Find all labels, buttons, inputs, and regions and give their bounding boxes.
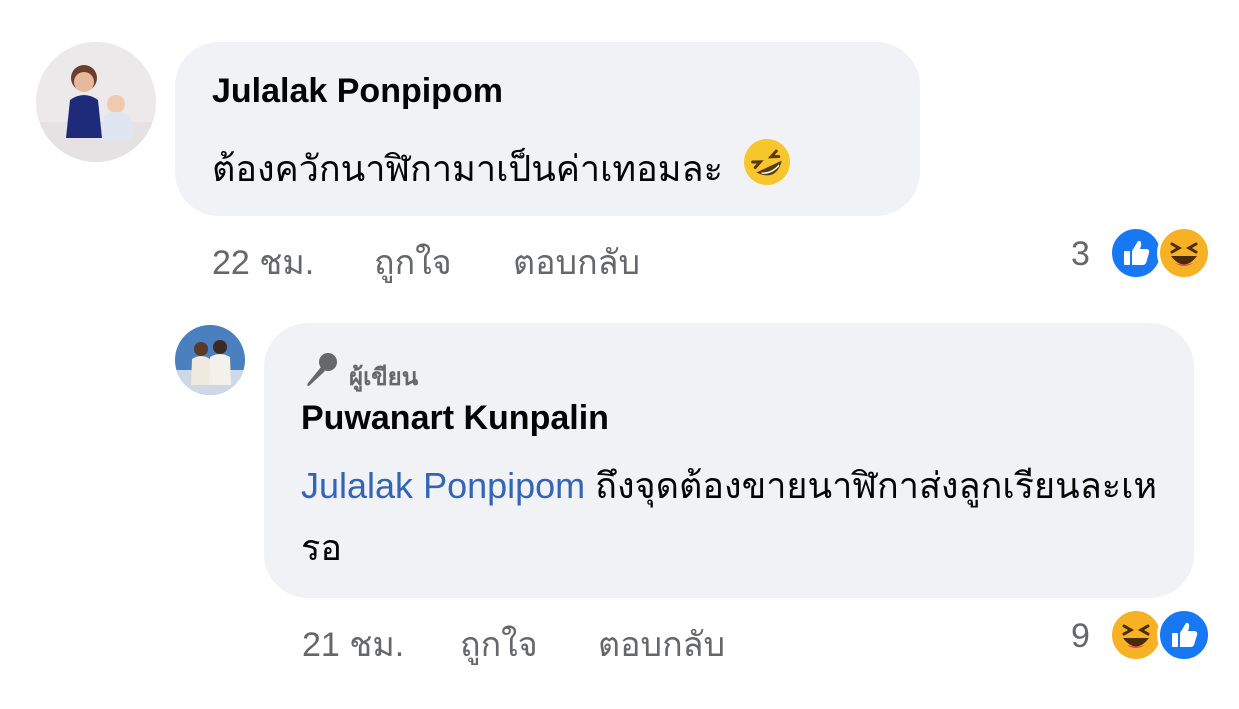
like-button[interactable]: ถูกใจ — [374, 235, 452, 289]
reply-like-button[interactable]: ถูกใจ — [460, 617, 538, 671]
haha-icon[interactable] — [1157, 226, 1211, 280]
comment-actions: 22 ชม. ถูกใจ ตอบกลับ — [212, 235, 812, 282]
like-icon[interactable] — [1157, 608, 1211, 662]
avatar-photo-icon — [36, 42, 156, 162]
like-icon[interactable] — [1109, 226, 1163, 280]
mention-link[interactable]: Julalak Ponpipom — [301, 465, 585, 506]
reply-reaction-count[interactable]: 9 — [1071, 617, 1090, 656]
comment-bubble: Julalak Ponpipom ต้องควักนาฬิกามาเป็นค่า… — [175, 42, 920, 216]
avatar-photo-icon — [175, 325, 245, 395]
reply-button[interactable]: ตอบกลับ — [513, 235, 640, 289]
comment-author[interactable]: Julalak Ponpipom — [212, 72, 503, 111]
microphone-icon — [301, 349, 341, 394]
avatar-julalak[interactable] — [36, 42, 156, 162]
reply-actions: 21 ชม. ถูกใจ ตอบกลับ — [302, 617, 902, 664]
reply-timestamp[interactable]: 21 ชม. — [302, 617, 404, 671]
reaction-count[interactable]: 3 — [1071, 235, 1090, 274]
haha-icon[interactable] — [1109, 608, 1163, 662]
avatar-puwanart[interactable] — [175, 325, 245, 395]
comment-text-content: ต้องควักนาฬิกามาเป็นค่าเทอมละ — [212, 148, 723, 190]
author-badge-label: ผู้เขียน — [349, 364, 419, 391]
reply-reply-button[interactable]: ตอบกลับ — [598, 617, 725, 671]
comment-text: ต้องควักนาฬิกามาเป็นค่าเทอมละ — [212, 136, 793, 207]
comment-timestamp[interactable]: 22 ชม. — [212, 235, 314, 289]
reply-text: Julalak Ponpipom ถึงจุดต้องขายนาฬิกาส่งล… — [301, 455, 1161, 579]
reply-bubble: ผู้เขียน Puwanart Kunpalin Julalak Ponpi… — [264, 323, 1194, 598]
reply-author[interactable]: Puwanart Kunpalin — [301, 399, 609, 438]
rofl-emoji-icon — [741, 136, 793, 207]
